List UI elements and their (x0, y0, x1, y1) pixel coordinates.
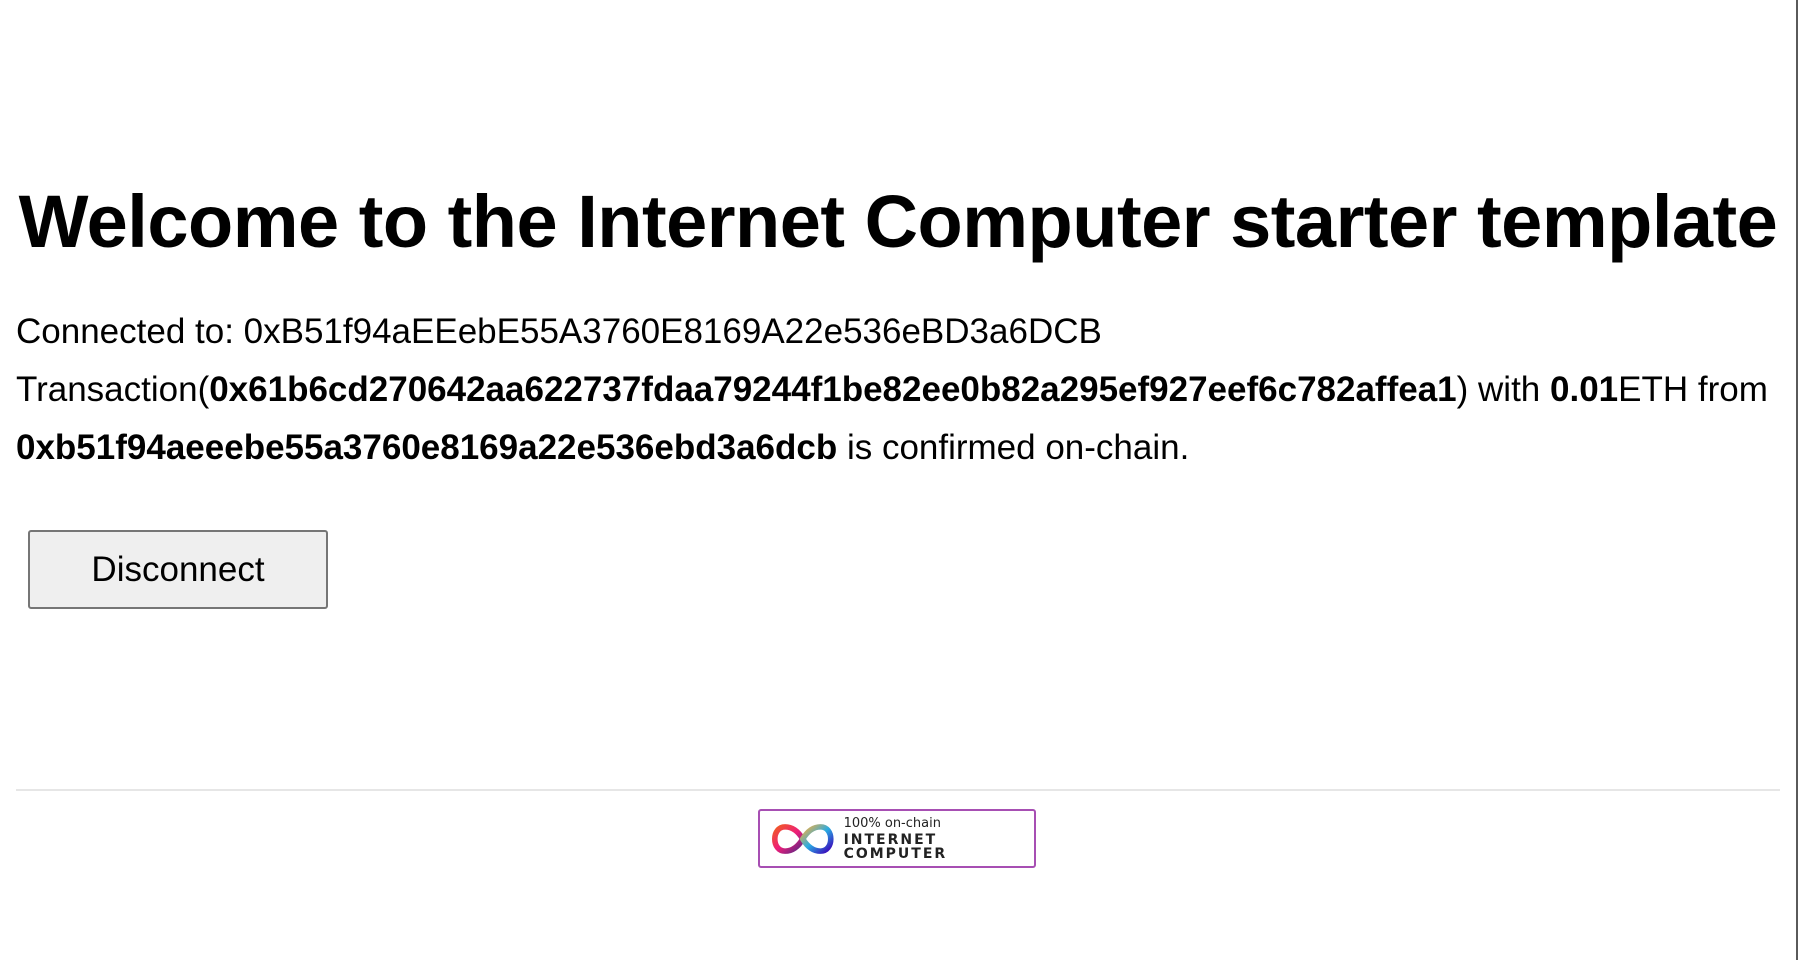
tx-mid: ) with (1456, 370, 1550, 409)
badge-title: INTERNET COMPUTER (843, 831, 948, 862)
tx-suffix: is confirmed on-chain. (837, 428, 1190, 467)
footer-divider (16, 789, 1780, 791)
connected-address: 0xB51f94aEEebE55A3760E8169A22e536eBD3a6D… (243, 312, 1102, 351)
connected-label: Connected to: (16, 312, 244, 351)
tx-prefix: Transaction( (16, 370, 210, 409)
tx-currency-from: ETH from (1618, 370, 1768, 409)
connected-line: Connected to: 0xB51f94aEEebE55A3760E8169… (16, 303, 1780, 361)
status-section: Connected to: 0xB51f94aEEebE55A3760E8169… (16, 303, 1780, 477)
tx-amount: 0.01 (1550, 370, 1619, 409)
badge-text: 100% on-chain INTERNET COMPUTER (844, 817, 1034, 861)
page-title: Welcome to the Internet Computer starter… (18, 180, 1778, 263)
badge-subtitle: 100% on-chain (843, 815, 941, 831)
disconnect-button[interactable]: Disconnect (28, 530, 328, 609)
tx-from-address: 0xb51f94aeeebe55a3760e8169a22e536ebd3a6d… (16, 428, 838, 467)
tx-hash: 0x61b6cd270642aa622737fdaa79244f1be82ee0… (209, 370, 1457, 409)
internet-computer-badge[interactable]: 100% on-chain INTERNET COMPUTER (758, 809, 1036, 868)
viewport: Welcome to the Internet Computer starter… (0, 0, 1798, 960)
transaction-line: Transaction(0x61b6cd270642aa622737fdaa79… (16, 361, 1780, 477)
infinity-logo-icon (772, 823, 834, 854)
